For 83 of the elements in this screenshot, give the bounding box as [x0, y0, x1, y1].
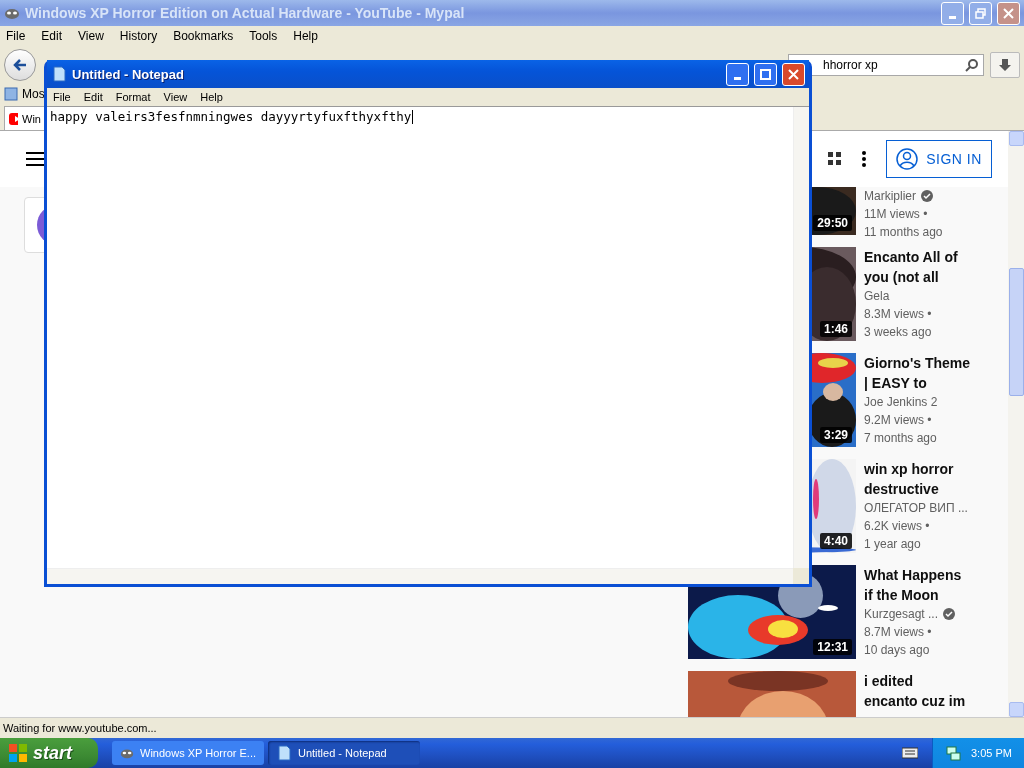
video-title: win xp horror destructive: [864, 460, 955, 499]
video-duration: 12:31: [813, 639, 852, 655]
channel-name: Kurzgesagt ...: [864, 606, 939, 623]
close-button[interactable]: [997, 1, 1020, 25]
keyboard-icon: [902, 747, 918, 759]
window-title: Untitled - Notepad: [72, 66, 185, 82]
minimize-button[interactable]: [726, 62, 749, 86]
upload-age: 11 months ago: [864, 224, 943, 241]
video-title: Encanto All of you (not all: [864, 248, 959, 287]
menu-icon: [26, 151, 46, 167]
view-count: 9.2M views •: [864, 412, 932, 429]
text-caret: [412, 109, 414, 124]
view-count: 8.7M views •: [864, 624, 932, 641]
bookmark-item[interactable]: Mos: [22, 87, 45, 101]
back-arrow-icon: [12, 57, 28, 73]
channel-name: Joe Jenkins 2: [864, 394, 938, 411]
scroll-up-button[interactable]: [1008, 131, 1024, 146]
menu-item[interactable]: File: [53, 91, 71, 103]
windows-flag-icon: [8, 743, 28, 763]
menu-item[interactable]: File: [6, 29, 26, 43]
menu-item[interactable]: Help: [200, 91, 223, 103]
start-button[interactable]: start: [0, 738, 98, 768]
close-button[interactable]: [782, 62, 805, 86]
scrollbar[interactable]: [1008, 131, 1024, 717]
size-grip[interactable]: [793, 568, 809, 584]
taskbar-button[interactable]: Windows XP Horror E...: [112, 741, 264, 765]
maximize-icon: [760, 68, 771, 80]
view-count: 6.2K views •: [864, 518, 930, 535]
video-duration: 3:29: [819, 427, 852, 443]
upload-age: 1 year ago: [864, 536, 921, 553]
upload-age: 7 months ago: [864, 430, 937, 447]
video-duration: 1:46: [819, 321, 852, 337]
bookmark-icon: [4, 87, 18, 101]
menu-item[interactable]: Edit: [41, 29, 63, 43]
clock: 3:05 PM: [971, 747, 1012, 759]
search-field[interactable]: hhorror xp: [788, 54, 984, 76]
restore-button[interactable]: [969, 1, 992, 25]
browser-tab[interactable]: Win: [4, 106, 46, 130]
menu-item[interactable]: Bookmarks: [173, 29, 234, 43]
minimize-icon: [949, 15, 956, 19]
view-count: 8.3M views •: [864, 306, 932, 323]
video-title: Giorno's Theme | EASY to: [864, 354, 971, 393]
grid-icon: [828, 152, 842, 166]
menu-item[interactable]: History: [119, 29, 158, 43]
upload-age: 3 weeks ago: [864, 324, 932, 341]
menu-item[interactable]: Help: [293, 29, 318, 43]
scroll-thumb[interactable]: [1008, 268, 1024, 396]
play-logo-icon: [9, 112, 19, 125]
channel-name: Markiplier: [864, 188, 916, 205]
menu-item[interactable]: Format: [115, 91, 151, 103]
back-button[interactable]: [4, 49, 36, 81]
scrollbar[interactable]: [47, 568, 793, 584]
menu-item[interactable]: Edit: [83, 91, 103, 103]
notepad-icon: [51, 66, 67, 82]
taskbar-button[interactable]: Untitled - Notepad: [268, 741, 420, 765]
scroll-down-button[interactable]: [1008, 702, 1024, 717]
menu-item[interactable]: View: [163, 91, 188, 103]
upload-age: 10 days ago: [864, 642, 930, 659]
maximize-button[interactable]: [754, 62, 777, 86]
user-icon: [896, 148, 919, 170]
restore-icon: [975, 7, 986, 19]
scrollbar[interactable]: [793, 107, 809, 568]
close-icon: [1003, 7, 1014, 19]
video-duration: 29:50: [813, 215, 852, 231]
text-area[interactable]: happy valeirs3fesfnmningwes dayyyrtyfuxfthyxfthy: [47, 107, 793, 126]
close-icon: [788, 68, 799, 80]
menu-item[interactable]: View: [78, 29, 104, 43]
video-title: What Happens if the Moon: [864, 566, 963, 605]
channel-name: Gela: [864, 288, 890, 305]
search-icon: [965, 58, 979, 72]
menu-item[interactable]: Tools: [249, 29, 278, 43]
view-count: 11M views •: [864, 206, 928, 223]
video-duration: 4:40: [819, 533, 852, 549]
more-icon: [862, 151, 866, 167]
network-icon: [945, 745, 961, 761]
channel-name: ОЛЕГАТОР ВИП ...: [864, 500, 968, 517]
window-title: Windows XP Horror Edition on Actual Hardware - YouTube - Mypal: [25, 5, 466, 21]
notepad-icon: [276, 745, 292, 761]
minimize-icon: [734, 76, 741, 80]
sign-in-button[interactable]: SIGN IN: [886, 140, 992, 178]
video-title: i edited encanto cuz im: [864, 672, 967, 711]
download-button[interactable]: [990, 52, 1020, 78]
download-arrow-icon: [998, 58, 1012, 72]
